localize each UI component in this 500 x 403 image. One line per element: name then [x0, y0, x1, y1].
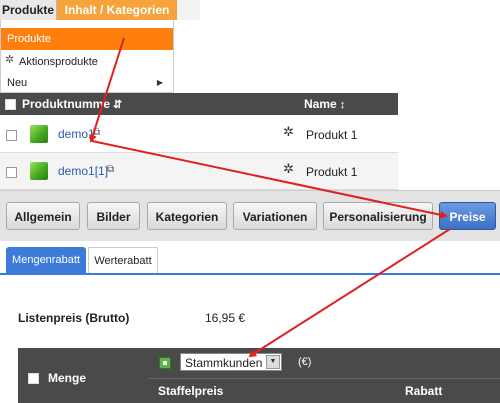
- preise-button[interactable]: Preise: [439, 202, 496, 230]
- product-cube-icon: [30, 162, 48, 180]
- kategorien-button[interactable]: Kategorien: [147, 202, 227, 230]
- product-cube-icon: [30, 125, 48, 143]
- customer-group-select[interactable]: Stammkunden ▼: [180, 353, 282, 371]
- gear-icon: ✲: [5, 54, 15, 66]
- allgemein-button[interactable]: Allgemein: [6, 202, 80, 230]
- column-label: Name: [304, 97, 337, 111]
- submenu-arrow-icon: ▶: [156, 78, 163, 87]
- column-header-menge[interactable]: Menge: [48, 371, 86, 385]
- chevron-down-icon[interactable]: ▼: [266, 355, 280, 369]
- list-price-label: Listenpreis (Brutto): [18, 311, 130, 325]
- price-subtab-bar: Mengenrabatt Werterabatt: [0, 241, 500, 275]
- list-price-value: 16,95 €: [205, 311, 246, 325]
- gear-icon: ✲: [283, 124, 294, 139]
- menu-item-neu[interactable]: Neu ▶: [1, 72, 173, 94]
- select-all-checkbox[interactable]: [28, 373, 39, 384]
- bilder-button[interactable]: Bilder: [87, 202, 140, 230]
- column-label: Produktnumme: [22, 97, 111, 111]
- table-row[interactable]: demo1[1] ⧉ ✲ Produkt 1: [0, 153, 398, 190]
- product-grid-header: Produktnumme ⇵ Name ↕: [0, 93, 398, 115]
- row-checkbox[interactable]: [6, 167, 17, 178]
- menu-item-produkte[interactable]: Produkte: [1, 28, 173, 50]
- copy-icon[interactable]: ⧉: [93, 127, 100, 138]
- tab-inhalt-kategorien[interactable]: Inhalt / Kategorien: [57, 0, 177, 20]
- product-name: Produkt 1: [306, 128, 358, 142]
- grid-add-icon[interactable]: [159, 357, 171, 369]
- row-checkbox[interactable]: [6, 130, 17, 141]
- sort-icon: ↕: [339, 99, 346, 111]
- select-all-checkbox[interactable]: [5, 99, 16, 110]
- copy-icon[interactable]: ⧉: [107, 164, 114, 175]
- selected-value: Stammkunden: [185, 356, 263, 370]
- menu-item-label: Aktionsprodukte: [19, 56, 98, 68]
- tab-produkte[interactable]: Produkte: [0, 0, 57, 20]
- column-header-rabatt[interactable]: Rabatt: [405, 384, 442, 398]
- product-name: Produkt 1: [306, 165, 358, 179]
- menu-item-label: Neu: [7, 77, 28, 89]
- column-header-productnumber[interactable]: Produktnumme ⇵: [22, 97, 122, 111]
- menu-item-label: Produkte: [7, 33, 52, 45]
- section-button-bar: Allgemein Bilder Kategorien Variationen …: [0, 190, 500, 241]
- top-tab-bar: Produkte Inhalt / Kategorien: [0, 0, 200, 20]
- tab-werterabatt[interactable]: Werterabatt: [88, 247, 158, 273]
- currency-unit: (€): [298, 356, 312, 368]
- gear-icon: ✲: [283, 161, 294, 176]
- price-grid-header: Menge Stammkunden ▼ (€) Staffelpreis Rab…: [18, 348, 500, 403]
- product-number-link[interactable]: demo1: [58, 127, 95, 141]
- menu-item-aktionsprodukte[interactable]: ✲ Aktionsprodukte: [1, 51, 173, 73]
- tab-mengenrabatt[interactable]: Mengenrabatt: [6, 247, 86, 273]
- table-row[interactable]: demo1 ⧉ ✲ Produkt 1: [0, 116, 398, 153]
- sort-icon: ⇵: [113, 99, 123, 111]
- personalisierung-button[interactable]: Personalisierung: [323, 202, 433, 230]
- header-divider: [148, 378, 500, 379]
- column-header-name[interactable]: Name ↕: [304, 97, 345, 111]
- products-dropdown-menu: Produkte ✲ Aktionsprodukte Neu ▶: [0, 20, 174, 93]
- variationen-button[interactable]: Variationen: [233, 202, 317, 230]
- product-number-link[interactable]: demo1[1]: [58, 164, 108, 178]
- column-header-staffelpreis[interactable]: Staffelpreis: [158, 384, 223, 398]
